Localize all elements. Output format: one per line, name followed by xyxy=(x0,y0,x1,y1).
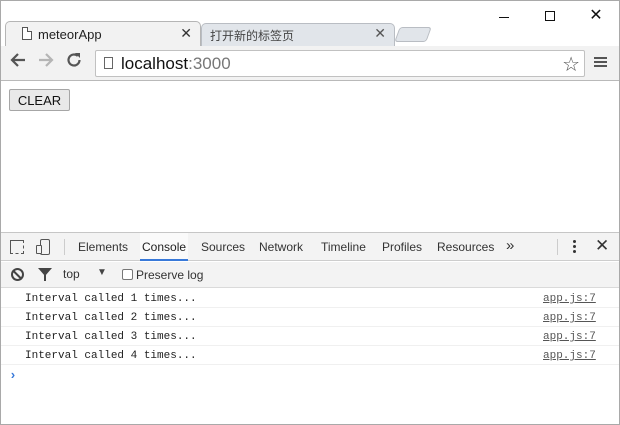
tab-timeline[interactable]: Timeline xyxy=(319,233,368,261)
chevron-down-icon[interactable]: ▼ xyxy=(97,267,107,278)
maximize-icon xyxy=(545,11,555,21)
console-log-row: Interval called 2 times... app.js:7 xyxy=(1,308,619,327)
tab-new-tab-page[interactable]: 打开新的标签页 ✕ xyxy=(201,23,395,46)
new-tab-button[interactable] xyxy=(394,27,432,42)
devtools-close-icon[interactable]: ✕ xyxy=(595,236,609,256)
log-message: Interval called 4 times... xyxy=(25,350,197,362)
maximize-button[interactable] xyxy=(527,5,573,27)
console-log-row: Interval called 4 times... app.js:7 xyxy=(1,346,619,365)
device-mode-icon[interactable] xyxy=(36,239,50,255)
devtools-tab-bar: Elements Console Sources Network Timelin… xyxy=(1,233,619,261)
page-icon xyxy=(104,57,113,69)
reload-button[interactable] xyxy=(63,51,85,73)
context-select[interactable]: top xyxy=(63,267,80,281)
url-host: localhost xyxy=(121,54,189,73)
log-message: Interval called 1 times... xyxy=(25,293,197,305)
devtools-panel: Elements Console Sources Network Timelin… xyxy=(1,232,619,424)
log-source-link[interactable]: app.js:7 xyxy=(543,331,596,343)
page-content: CLEAR xyxy=(1,82,619,232)
tab-title: 打开新的标签页 xyxy=(210,29,295,43)
tab-profiles[interactable]: Profiles xyxy=(380,233,424,261)
browser-menu-icon[interactable] xyxy=(593,55,609,71)
url-text[interactable]: localhost:3000 xyxy=(121,54,231,74)
bookmark-star-icon[interactable]: ☆ xyxy=(562,52,580,77)
tab-close-icon[interactable]: ✕ xyxy=(180,25,192,42)
log-source-link[interactable]: app.js:7 xyxy=(543,312,596,324)
window-close-button[interactable]: ✕ xyxy=(573,5,619,27)
log-message: Interval called 2 times... xyxy=(25,312,197,324)
tab-strip: meteorApp ✕ 打开新的标签页 ✕ ✕ xyxy=(1,1,619,46)
tab-title: meteorApp xyxy=(38,27,102,42)
tab-elements[interactable]: Elements xyxy=(76,233,130,261)
page-icon xyxy=(22,27,32,40)
clear-button[interactable]: CLEAR xyxy=(9,89,70,111)
log-message: Interval called 3 times... xyxy=(25,331,197,343)
more-tabs-icon[interactable]: » xyxy=(506,233,514,259)
forward-button[interactable] xyxy=(35,51,57,73)
forward-arrow-icon xyxy=(39,53,54,67)
preserve-log-checkbox[interactable] xyxy=(122,269,133,280)
preserve-log-label: Preserve log xyxy=(136,268,204,282)
log-source-link[interactable]: app.js:7 xyxy=(543,350,596,362)
console-prompt-icon: › xyxy=(9,368,17,383)
separator xyxy=(64,239,65,255)
console-output: Interval called 1 times... app.js:7 Inte… xyxy=(1,289,619,425)
console-filter-bar: top ▼ Preserve log xyxy=(1,262,619,288)
url-port: :3000 xyxy=(188,54,231,73)
tab-network[interactable]: Network xyxy=(257,233,305,261)
console-input[interactable] xyxy=(25,366,605,384)
browser-window: meteorApp ✕ 打开新的标签页 ✕ ✕ localhost:3000 ☆ xyxy=(0,0,620,425)
tab-meteorapp[interactable]: meteorApp ✕ xyxy=(5,21,201,46)
back-arrow-icon xyxy=(10,53,25,67)
address-bar[interactable]: localhost:3000 ☆ xyxy=(95,50,585,77)
reload-icon xyxy=(67,53,81,67)
tab-resources[interactable]: Resources xyxy=(435,233,496,261)
filter-icon[interactable] xyxy=(38,268,52,281)
tab-console[interactable]: Console xyxy=(140,233,189,261)
back-button[interactable] xyxy=(7,51,29,73)
devtools-menu-icon[interactable] xyxy=(573,240,576,254)
tab-close-icon[interactable]: ✕ xyxy=(374,25,386,42)
minimize-button[interactable] xyxy=(481,5,527,27)
console-log-row: Interval called 1 times... app.js:7 xyxy=(1,289,619,308)
separator xyxy=(557,239,558,255)
log-source-link[interactable]: app.js:7 xyxy=(543,293,596,305)
inspect-element-icon[interactable] xyxy=(10,240,24,254)
clear-console-icon[interactable] xyxy=(11,268,24,281)
tab-sources[interactable]: Sources xyxy=(199,233,247,261)
minimize-icon xyxy=(499,17,509,18)
browser-toolbar: localhost:3000 ☆ xyxy=(1,46,619,81)
console-log-row: Interval called 3 times... app.js:7 xyxy=(1,327,619,346)
